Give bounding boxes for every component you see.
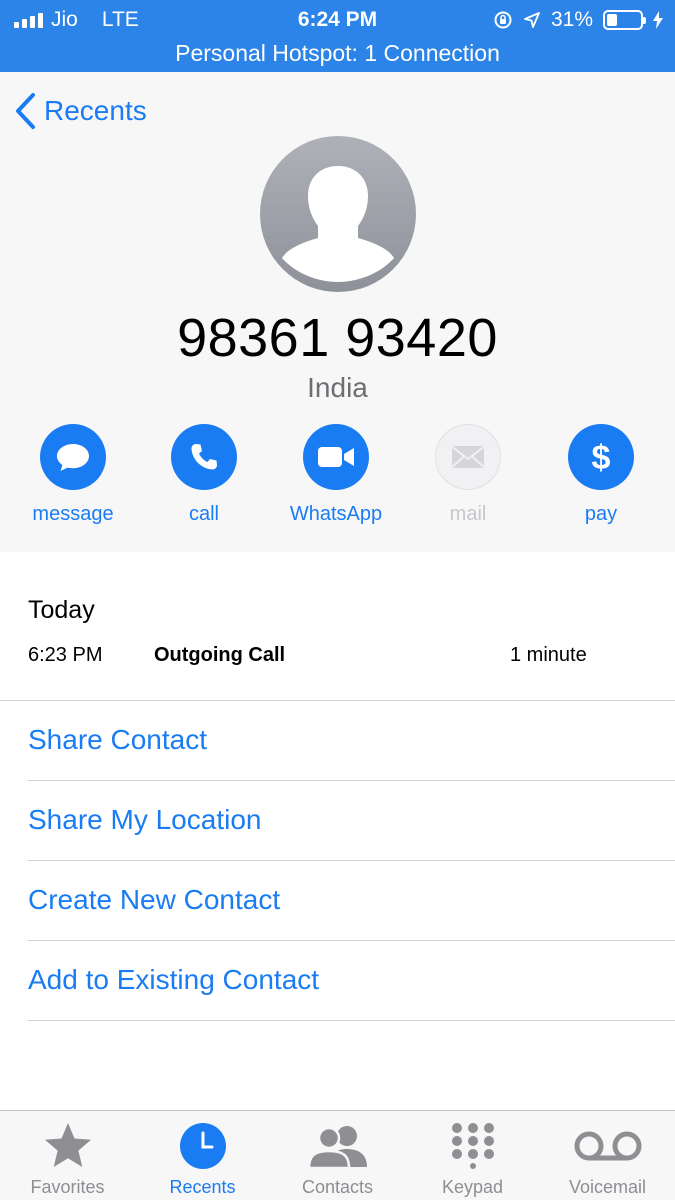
add-existing-contact-button[interactable]: Add to Existing Contact	[0, 941, 675, 1021]
contacts-icon	[307, 1126, 367, 1169]
phone-number: 98361 93420	[177, 308, 498, 368]
avatar	[260, 136, 416, 292]
tab-bar: Favorites Recents Contacts Keypad Voicem…	[0, 1110, 675, 1200]
battery-icon	[603, 10, 646, 30]
tab-keypad-label: Keypad	[441, 1177, 504, 1197]
tab-recents-label: Recents	[169, 1177, 236, 1197]
history-day: Today	[28, 596, 95, 624]
pay-label: pay	[584, 503, 618, 525]
charging-bolt-icon	[653, 11, 663, 29]
contact-options: Share Contact Share My Location Create N…	[0, 701, 675, 1021]
call-label: call	[188, 503, 219, 525]
hotspot-banner[interactable]: Personal Hotspot: 1 Connection	[0, 38, 675, 68]
call-row: 6:23 PM Outgoing Call 1 minute	[0, 644, 675, 672]
voicemail-icon	[574, 1131, 641, 1161]
message-bubble-icon	[57, 444, 89, 471]
call-button[interactable]: call	[138, 424, 270, 526]
share-location-label: Share My Location	[28, 804, 262, 835]
whatsapp-label: WhatsApp	[289, 503, 383, 525]
tab-keypad[interactable]: Keypad	[405, 1111, 540, 1200]
svg-text:$: $	[592, 439, 611, 476]
call-time: 6:23 PM	[28, 644, 103, 666]
phone-icon	[191, 444, 217, 470]
pay-button[interactable]: $ pay	[535, 424, 667, 526]
video-camera-icon	[318, 447, 354, 467]
location-arrow-icon	[524, 12, 540, 28]
battery-percent: 31%	[550, 8, 593, 31]
message-label: message	[32, 503, 114, 525]
dollar-icon: $	[592, 439, 611, 476]
quick-actions: message call WhatsApp mail $ pay	[0, 424, 675, 534]
mail-label: mail	[449, 503, 487, 525]
back-button[interactable]: Recents	[14, 92, 147, 130]
whatsapp-button[interactable]: WhatsApp	[270, 424, 402, 526]
contact-header: Recents 98361 93420 India message call W…	[0, 72, 675, 552]
tab-voicemail-label: Voicemail	[568, 1177, 647, 1197]
message-button[interactable]: message	[7, 424, 139, 526]
keypad-icon	[451, 1123, 494, 1169]
share-contact-button[interactable]: Share Contact	[0, 701, 675, 781]
phone-country: India	[307, 372, 368, 403]
add-existing-contact-label: Add to Existing Contact	[28, 964, 320, 995]
orientation-lock-icon	[494, 11, 512, 29]
tab-recents[interactable]: Recents	[135, 1111, 270, 1200]
create-contact-button[interactable]: Create New Contact	[0, 861, 675, 941]
star-icon	[44, 1123, 91, 1167]
clock-icon	[179, 1123, 226, 1169]
tab-favorites-label: Favorites	[30, 1177, 105, 1197]
call-history: Today 6:23 PM Outgoing Call 1 minute	[0, 552, 675, 700]
tab-contacts[interactable]: Contacts	[270, 1111, 405, 1200]
tab-voicemail[interactable]: Voicemail	[540, 1111, 675, 1200]
back-label: Recents	[44, 95, 147, 126]
envelope-icon	[451, 446, 485, 468]
chevron-left-icon	[16, 93, 35, 129]
tab-contacts-label: Contacts	[301, 1177, 374, 1197]
create-contact-label: Create New Contact	[28, 884, 281, 915]
call-type: Outgoing Call	[154, 644, 286, 666]
tab-favorites[interactable]: Favorites	[0, 1111, 135, 1200]
mail-button[interactable]: mail	[402, 424, 534, 526]
call-duration: 1 minute	[510, 644, 587, 666]
share-contact-label: Share Contact	[28, 724, 207, 755]
person-silhouette-icon	[282, 166, 394, 282]
share-location-button[interactable]: Share My Location	[0, 781, 675, 861]
status-bar: Jio LTE 6:24 PM 31% Personal Hotspot: 1 …	[0, 0, 675, 72]
